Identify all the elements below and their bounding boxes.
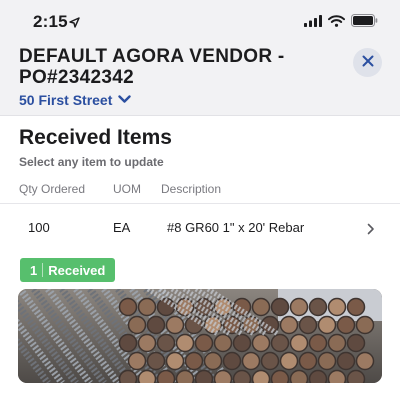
wifi-icon <box>328 14 345 32</box>
received-count: 1 <box>30 262 38 278</box>
status-icons <box>304 14 378 32</box>
column-header-description: Description <box>161 182 222 196</box>
battery-icon <box>351 14 378 32</box>
chevron-down-icon <box>118 91 132 109</box>
close-icon <box>362 54 374 72</box>
chevron-right-icon <box>367 222 375 240</box>
address-selector[interactable]: 50 First Street <box>19 91 132 109</box>
cell-description: #8 GR60 1" x 20' Rebar <box>167 220 305 235</box>
section-subtitle: Select any item to update <box>19 155 164 169</box>
status-bar: 2:15 <box>0 0 400 42</box>
rebar-photo-illustration <box>18 289 382 383</box>
section-title: Received Items <box>19 126 172 149</box>
received-label: Received <box>48 262 106 278</box>
cell-qty: 100 <box>28 220 50 235</box>
close-button[interactable] <box>353 48 382 77</box>
cell-uom: EA <box>113 220 131 235</box>
status-time: 2:15 <box>33 12 68 31</box>
received-badge: 1 Received <box>20 258 115 282</box>
cellular-signal-icon <box>304 14 322 32</box>
rebar-bundle-photo[interactable] <box>18 289 382 383</box>
column-header-uom: UOM <box>113 182 141 196</box>
location-arrow-icon <box>69 15 80 33</box>
column-header-qty: Qty Ordered <box>19 182 86 196</box>
vendor-po-title: DEFAULT AGORA VENDOR - PO#2342342 <box>19 46 285 88</box>
po-header: DEFAULT AGORA VENDOR - PO#2342342 50 Fir… <box>0 42 400 116</box>
address-label: 50 First Street <box>19 92 113 108</box>
table-row[interactable]: 100 EA #8 GR60 1" x 20' Rebar <box>0 204 400 250</box>
badge-divider <box>42 263 44 277</box>
